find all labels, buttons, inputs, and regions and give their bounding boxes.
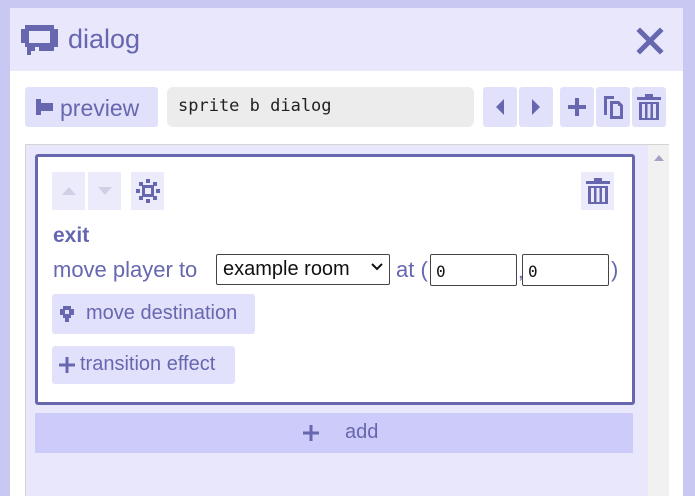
dialog-content: preview sprite b dialog exit move player… (10, 71, 683, 496)
add-label: add (345, 421, 379, 443)
dialog-panel: dialog preview sprite b dialog exit move… (10, 8, 683, 496)
speech-bubble-icon (21, 25, 58, 55)
move-player-label: move player to (53, 257, 198, 282)
copy-dialog-button[interactable] (596, 87, 630, 127)
add-icon (59, 357, 75, 373)
dialog-title: dialog (68, 24, 141, 54)
close-icon[interactable] (635, 26, 665, 56)
move-up-button[interactable] (52, 172, 85, 210)
move-destination-button[interactable]: move destination (52, 294, 255, 334)
preview-icon (36, 99, 53, 115)
scrollbar[interactable] (648, 145, 669, 496)
add-icon (568, 98, 586, 116)
move-destination-label: move destination (86, 302, 238, 324)
room-select-value: example room (223, 258, 350, 280)
preview-button[interactable]: preview (25, 87, 158, 127)
preview-label: preview (60, 95, 140, 121)
close-paren-label: ) (611, 257, 619, 282)
add-icon (303, 425, 319, 441)
x-coordinate-input[interactable]: 0 (430, 254, 517, 286)
move-down-button[interactable] (88, 172, 121, 210)
at-label: at ( (396, 257, 428, 282)
prev-icon (496, 99, 504, 115)
block-settings-button[interactable] (131, 172, 164, 210)
location-pin-icon (60, 306, 74, 322)
next-icon (532, 99, 540, 115)
arrow-down-icon (97, 187, 112, 195)
add-dialog-button[interactable] (560, 87, 594, 127)
gear-icon (135, 179, 160, 203)
chevron-down-icon (371, 263, 383, 271)
scroll-up-arrow-icon[interactable] (654, 155, 664, 161)
block-title: exit (53, 224, 90, 247)
copy-icon (604, 96, 623, 119)
title-bar: dialog (10, 8, 683, 71)
transition-effect-label: transition effect (80, 353, 216, 375)
previous-button[interactable] (483, 87, 517, 127)
dialog-script-area[interactable]: exit move player to example room at ( 0 … (25, 144, 669, 496)
delete-dialog-button[interactable] (632, 87, 666, 127)
next-button[interactable] (519, 87, 553, 127)
delete-icon (585, 178, 610, 204)
y-coordinate-input[interactable]: 0 (522, 254, 609, 286)
transition-effect-button[interactable]: transition effect (52, 346, 235, 384)
exit-block[interactable]: exit move player to example room at ( 0 … (35, 154, 635, 405)
arrow-up-icon (61, 187, 76, 195)
room-select[interactable]: example room (216, 254, 390, 285)
add-block-button[interactable]: add (35, 413, 633, 453)
dialog-name-input[interactable]: sprite b dialog (167, 87, 474, 127)
delete-icon (637, 94, 661, 120)
delete-block-button[interactable] (581, 172, 614, 210)
